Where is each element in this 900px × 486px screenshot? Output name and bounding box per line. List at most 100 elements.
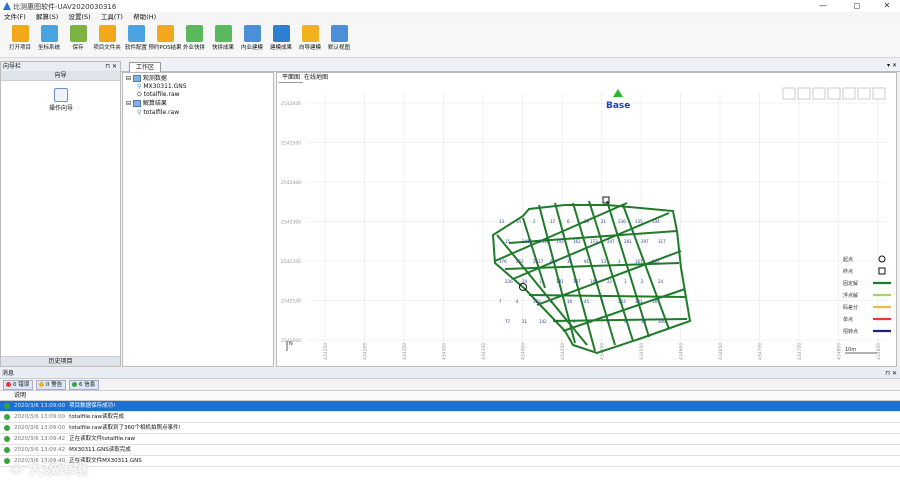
toolbar-button-5[interactable]: 预约POS结果 [148, 24, 182, 56]
photo-event-label: 176 [499, 259, 507, 264]
photo-event-label: 252 [516, 259, 524, 264]
flight-path-segment [496, 234, 588, 346]
data-folder-icon [132, 75, 141, 82]
info-icon [4, 414, 10, 420]
operation-wizard-button[interactable]: 操作向导 [48, 88, 74, 112]
legend-label: 单点 [843, 316, 853, 323]
x-tick-label: 434350 [481, 343, 487, 360]
legend-label: 浮点解 [843, 292, 858, 299]
photo-event-label: 134 [652, 219, 660, 224]
pointer-icon[interactable] [782, 87, 796, 100]
menu-help[interactable]: 帮助(H) [129, 12, 160, 23]
filter-info-label: 6 信息 [79, 382, 96, 388]
photo-event-label: 317 [658, 239, 666, 244]
zoom-rect-icon[interactable] [842, 87, 856, 100]
photo-event-label: 247 [607, 239, 615, 244]
wizard-icon [301, 25, 319, 42]
filter-errors-button[interactable]: 0 错误 [3, 380, 34, 390]
photo-event-label: 341 [635, 299, 643, 304]
window-title: 比测惠图软件-UAV2020030316 [13, 3, 117, 11]
menu-solve[interactable]: 解算(S) [32, 12, 62, 23]
zoom-out-icon[interactable] [827, 87, 841, 100]
tree-node-gns[interactable]: ⚲ MX30311.GNS [137, 83, 187, 91]
toolbar-button-3[interactable]: 项目文件夹 [93, 24, 121, 56]
photo-event-label: 13 [601, 259, 607, 264]
tree-node-results[interactable]: ⊟ 解算结果 [126, 100, 167, 108]
photo-event-label: 45 [584, 299, 590, 304]
menu-icon[interactable] [872, 87, 886, 100]
menu-file[interactable]: 文件(F) [0, 12, 30, 23]
photo-event-label: 17 [550, 219, 556, 224]
tree-node-result-raw[interactable]: ⚲ totalfile.raw [137, 109, 179, 117]
y-tick-label: 2542600 [281, 101, 301, 107]
photo-icon [185, 25, 203, 42]
zoom-in-icon[interactable] [812, 87, 826, 100]
toolbar-button-11[interactable]: 默认视图 [325, 24, 353, 56]
message-time: 2020/3/6 13:09:42 [14, 436, 66, 442]
fit-icon[interactable] [857, 87, 871, 100]
photo-event-label: 3 [618, 259, 621, 264]
photo-event-label: 22 [607, 279, 613, 284]
warning-icon [39, 382, 44, 387]
photo-event-label: 143 [556, 239, 564, 244]
map-view[interactable]: 平面图 在线地图 434150 434200 434250 434300 434350 4… [276, 72, 897, 367]
folder-icon [11, 25, 29, 42]
model-result-icon [272, 25, 290, 42]
tab-work-area[interactable]: 工作区 [129, 62, 162, 72]
menu-tools[interactable]: 工具(T) [97, 12, 127, 23]
error-icon [6, 382, 11, 387]
message-row[interactable]: 2020/3/6 13:09:42 MX30311.GNS读取完成 [0, 445, 900, 456]
tab-plan-view[interactable]: 平面图 [279, 74, 304, 83]
message-column-header[interactable]: 说明 [0, 391, 900, 401]
toolbar-button-6[interactable]: 外业快拼 [180, 24, 208, 56]
photo-event-label: 142 [590, 279, 598, 284]
filter-warnings-button[interactable]: 0 警告 [36, 380, 67, 390]
toolbar-button-2[interactable]: 保存 [64, 24, 92, 56]
wizard-icon [54, 88, 68, 102]
minimize-button[interactable]: — [812, 0, 834, 12]
panel-pin-close-icon[interactable]: ⊓ ✕ [105, 62, 117, 71]
flight-path-segment [512, 212, 670, 280]
close-button[interactable]: ✕ [876, 0, 898, 12]
message-row[interactable]: 2020/3/6 13:09:00 totalfile.raw读取完成 [0, 412, 900, 423]
toolbar-button-8[interactable]: 内业建模 [238, 24, 266, 56]
toolbar-button-9[interactable]: 建模成果 [267, 24, 295, 56]
photo-event-label: 77 [505, 319, 511, 324]
maximize-button[interactable]: ◻ [846, 0, 868, 12]
app-logo-icon [3, 2, 11, 10]
tree-node-observation[interactable]: ⊟ 观测数据 [126, 75, 167, 83]
tree-label-raw: totalfile.raw [143, 91, 180, 98]
info-icon [4, 425, 10, 431]
wizard-panel: 向导栏 ⊓ ✕ 向导 操作向导 历史项目 [0, 61, 121, 367]
operation-wizard-label: 操作向导 [48, 105, 73, 112]
toolbar-button-4[interactable]: 软件配置 [122, 24, 150, 56]
toolbar-button-0[interactable]: 打开项目 [6, 24, 34, 56]
info-icon [4, 403, 10, 409]
history-projects-tab[interactable]: 历史项目 [1, 356, 120, 366]
toolbar-button-10[interactable]: 向导建模 [296, 24, 324, 56]
menu-settings[interactable]: 设置(S) [64, 12, 94, 23]
message-row[interactable]: 2020/3/6 13:09:42 正在读取文件totalfile.raw [0, 434, 900, 445]
data-folder-icon [132, 100, 141, 107]
x-tick-label: 434800 [837, 343, 843, 360]
pan-icon[interactable] [797, 87, 811, 100]
wizard-section-header[interactable]: 向导 [1, 71, 120, 81]
photo-event-label: 2 [641, 279, 644, 284]
filter-info-button[interactable]: 6 信息 [69, 380, 100, 390]
toolbar-button-7[interactable]: 快拼成果 [209, 24, 237, 56]
work-area-controls[interactable]: ▾ ✕ [887, 61, 897, 71]
message-time: 2020/3/6 13:09:00 [14, 403, 66, 409]
location-pin-icon: ⚲ [137, 109, 142, 116]
message-text: totalfile.raw读取完成 [69, 414, 124, 420]
toolbar-button-1[interactable]: 坐标系统 [35, 24, 63, 56]
trajectory-plot[interactable]: 434150 434200 434250 434300 434350 434400 4344… [277, 83, 896, 366]
message-row[interactable]: 2020/3/6 13:09:40 正在读取文件MX30311.GNS [0, 456, 900, 467]
message-row[interactable]: 2020/3/6 13:09:00 项目数据保存成功! [0, 401, 900, 412]
message-row[interactable]: 2020/3/6 13:09:00 totalfile.raw读取到了360个相机… [0, 423, 900, 434]
work-area-tabstrip: 工作区 ▾ ✕ [121, 61, 900, 72]
tab-online-map[interactable]: 在线地图 [301, 74, 331, 82]
message-panel-controls[interactable]: ⊓ ✕ [885, 369, 897, 378]
legend-label: 起点 [843, 257, 853, 263]
x-tick-label: 434750 [797, 343, 803, 360]
tree-node-raw[interactable]: ⛭ totalfile.raw [137, 91, 180, 99]
